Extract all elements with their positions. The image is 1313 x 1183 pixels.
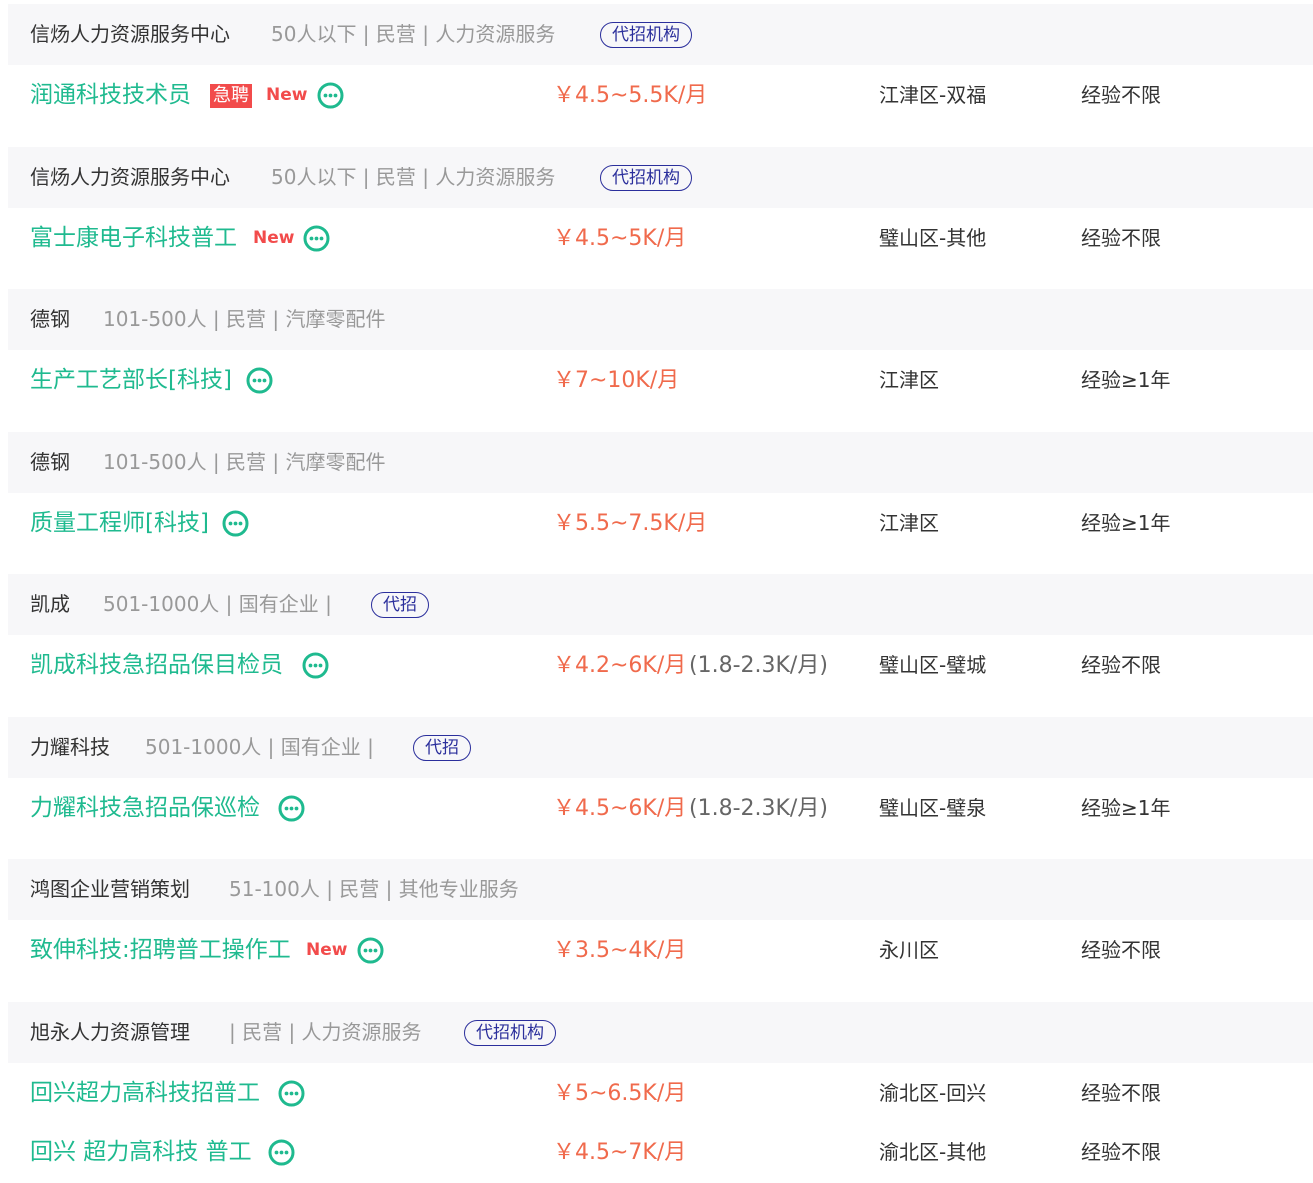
chat-bubble-icon[interactable] [268, 1139, 295, 1166]
chat-bubble-icon[interactable] [317, 82, 344, 109]
company-row: 德钢 101-500人 | 民营 | 汽摩零配件 [8, 432, 1313, 493]
agency-badge: 代招 [413, 735, 471, 761]
location: 永川区 [879, 938, 939, 962]
company-name[interactable]: 德钢 [30, 289, 70, 350]
location: 璧山区-璧泉 [879, 796, 987, 820]
company-meta: 101-500人 | 民营 | 汽摩零配件 [103, 307, 386, 331]
location: 渝北区-回兴 [879, 1081, 987, 1105]
agency-badge: 代招机构 [464, 1020, 556, 1046]
job-card: 鸿图企业营销策划 51-100人 | 民营 | 其他专业服务 致伸科技:招聘普工… [8, 859, 1313, 981]
company-row: 旭永人力资源管理 | 民营 | 人力资源服务 代招机构 [8, 1002, 1313, 1063]
company-row: 力耀科技 501-1000人 | 国有企业 | 代招 [8, 717, 1313, 778]
company-name[interactable]: 信炀人力资源服务中心 [30, 147, 230, 208]
company-meta: 501-1000人 | 国有企业 | [103, 592, 332, 616]
job-title-link[interactable]: 回兴超力高科技招普工 [30, 1063, 260, 1124]
salary: ￥3.5~4K/月 [553, 938, 687, 963]
chat-bubble-icon[interactable] [278, 795, 305, 822]
new-badge: New [253, 228, 295, 248]
location: 渝北区-其他 [879, 1140, 987, 1164]
company-meta: | 民营 | 人力资源服务 [229, 1020, 422, 1044]
job-row: 质量工程师[科技] ￥5.5~7.5K/月 江津区 经验≥1年 [8, 493, 1313, 554]
job-row: 回兴超力高科技招普工 ￥5~6.5K/月 渝北区-回兴 经验不限 [8, 1063, 1313, 1124]
chat-bubble-icon[interactable] [357, 937, 384, 964]
job-card: 信炀人力资源服务中心 50人以下 | 民营 | 人力资源服务 代招机构 富士康电… [8, 147, 1313, 269]
job-title-link[interactable]: 润通科技技术员 [30, 65, 191, 126]
experience: 经验≥1年 [1081, 368, 1171, 392]
job-card: 凯成 501-1000人 | 国有企业 | 代招 凯成科技急招品保目检员 ￥4.… [8, 574, 1313, 696]
job-card: 力耀科技 501-1000人 | 国有企业 | 代招 力耀科技急招品保巡检 ￥4… [8, 717, 1313, 839]
experience: 经验≥1年 [1081, 511, 1171, 535]
location: 璧山区-璧城 [879, 653, 987, 677]
salary: ￥5.5~7.5K/月 [553, 511, 708, 536]
job-card: 旭永人力资源管理 | 民营 | 人力资源服务 代招机构 回兴超力高科技招普工 ￥… [8, 1002, 1313, 1166]
job-title-link[interactable]: 回兴 超力高科技 普工 [30, 1122, 252, 1183]
job-title-link[interactable]: 力耀科技急招品保巡检 [30, 778, 260, 839]
job-card: 信炀人力资源服务中心 50人以下 | 民营 | 人力资源服务 代招机构 润通科技… [8, 4, 1313, 126]
experience: 经验不限 [1081, 1140, 1161, 1164]
company-row: 德钢 101-500人 | 民营 | 汽摩零配件 [8, 289, 1313, 350]
location: 江津区 [879, 511, 939, 535]
job-row: 回兴 超力高科技 普工 ￥4.5~7K/月 渝北区-其他 经验不限 [8, 1122, 1313, 1166]
job-title-link[interactable]: 致伸科技:招聘普工操作工 [30, 920, 291, 981]
job-title-link[interactable]: 生产工艺部长[科技] [30, 350, 232, 411]
company-row: 信炀人力资源服务中心 50人以下 | 民营 | 人力资源服务 代招机构 [8, 4, 1313, 65]
experience: 经验不限 [1081, 653, 1161, 677]
chat-bubble-icon[interactable] [303, 225, 330, 252]
company-meta: 101-500人 | 民营 | 汽摩零配件 [103, 450, 386, 474]
company-meta: 50人以下 | 民营 | 人力资源服务 [271, 22, 556, 46]
job-card: 德钢 101-500人 | 民营 | 汽摩零配件 生产工艺部长[科技] ￥7~1… [8, 289, 1313, 411]
job-card: 德钢 101-500人 | 民营 | 汽摩零配件 质量工程师[科技] ￥5.5~… [8, 432, 1313, 554]
company-row: 信炀人力资源服务中心 50人以下 | 民营 | 人力资源服务 代招机构 [8, 147, 1313, 208]
job-title-link[interactable]: 凯成科技急招品保目检员 [30, 635, 283, 696]
agency-badge: 代招机构 [600, 22, 692, 48]
job-row: 凯成科技急招品保目检员 ￥4.2~6K/月 (1.8-2.3K/月) 璧山区-璧… [8, 635, 1313, 696]
job-row: 生产工艺部长[科技] ￥7~10K/月 江津区 经验≥1年 [8, 350, 1313, 411]
salary: ￥4.5~5K/月 [553, 226, 687, 251]
job-row: 力耀科技急招品保巡检 ￥4.5~6K/月 (1.8-2.3K/月) 璧山区-璧泉… [8, 778, 1313, 839]
company-meta: 50人以下 | 民营 | 人力资源服务 [271, 165, 556, 189]
chat-bubble-icon[interactable] [302, 652, 329, 679]
company-row: 凯成 501-1000人 | 国有企业 | 代招 [8, 574, 1313, 635]
new-badge: New [306, 940, 348, 960]
salary: ￥4.5~6K/月 [553, 796, 687, 821]
experience: 经验≥1年 [1081, 796, 1171, 820]
salary: ￥7~10K/月 [553, 368, 680, 393]
job-row: 富士康电子科技普工 New ￥4.5~5K/月 璧山区-其他 经验不限 [8, 208, 1313, 269]
job-row: 润通科技技术员 急聘 New ￥4.5~5.5K/月 江津区-双福 经验不限 [8, 65, 1313, 126]
agency-badge: 代招 [371, 592, 429, 618]
company-name[interactable]: 凯成 [30, 574, 70, 635]
company-name[interactable]: 信炀人力资源服务中心 [30, 4, 230, 65]
location: 江津区 [879, 368, 939, 392]
company-name[interactable]: 鸿图企业营销策划 [30, 859, 190, 920]
salary: ￥4.5~7K/月 [553, 1140, 687, 1165]
company-meta: 501-1000人 | 国有企业 | [145, 735, 374, 759]
job-title-link[interactable]: 质量工程师[科技] [30, 493, 209, 554]
location: 江津区-双福 [879, 83, 987, 107]
salary: ￥5~6.5K/月 [553, 1081, 687, 1106]
company-name[interactable]: 德钢 [30, 432, 70, 493]
company-row: 鸿图企业营销策划 51-100人 | 民营 | 其他专业服务 [8, 859, 1313, 920]
chat-bubble-icon[interactable] [246, 367, 273, 394]
salary: ￥4.5~5.5K/月 [553, 83, 708, 108]
salary: ￥4.2~6K/月 [553, 653, 687, 678]
experience: 经验不限 [1081, 1081, 1161, 1105]
agency-badge: 代招机构 [600, 165, 692, 191]
experience: 经验不限 [1081, 226, 1161, 250]
urgent-badge: 急聘 [210, 84, 252, 108]
chat-bubble-icon[interactable] [222, 510, 249, 537]
new-badge: New [266, 85, 308, 105]
company-meta: 51-100人 | 民营 | 其他专业服务 [229, 877, 519, 901]
location: 璧山区-其他 [879, 226, 987, 250]
salary-secondary: (1.8-2.3K/月) [689, 796, 828, 821]
company-name[interactable]: 力耀科技 [30, 717, 110, 778]
salary-secondary: (1.8-2.3K/月) [689, 653, 828, 678]
job-row: 致伸科技:招聘普工操作工 New ￥3.5~4K/月 永川区 经验不限 [8, 920, 1313, 981]
chat-bubble-icon[interactable] [278, 1080, 305, 1107]
company-name[interactable]: 旭永人力资源管理 [30, 1002, 190, 1063]
experience: 经验不限 [1081, 938, 1161, 962]
experience: 经验不限 [1081, 83, 1161, 107]
job-title-link[interactable]: 富士康电子科技普工 [30, 208, 237, 269]
